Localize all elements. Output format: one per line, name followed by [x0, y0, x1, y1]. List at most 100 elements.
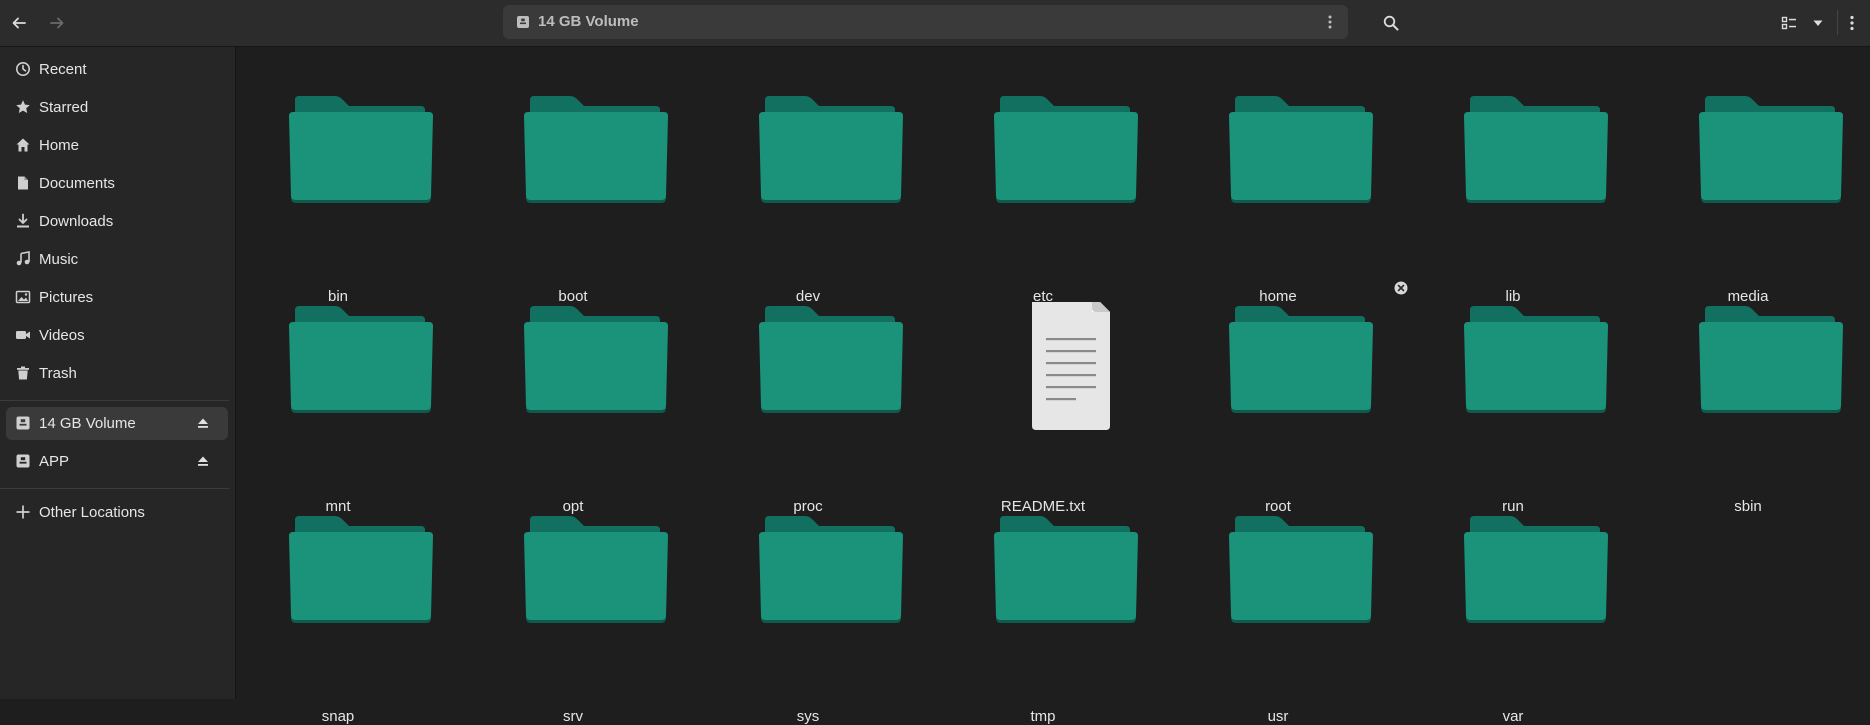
search-button[interactable]	[1376, 8, 1406, 38]
sidebar-item-music[interactable]: Music	[6, 243, 228, 276]
drive-icon	[16, 416, 30, 430]
text-file-icon	[1032, 302, 1110, 430]
folder-icon	[289, 516, 433, 623]
eject-icon[interactable]	[196, 454, 210, 468]
file-name-label: tmp	[1030, 708, 1056, 725]
sidebar-item-pictures[interactable]: Pictures	[6, 281, 228, 314]
arrow-left-icon	[12, 17, 26, 29]
eject-icon[interactable]	[196, 416, 210, 430]
folder-item[interactable]: root	[1190, 302, 1373, 515]
list-view-icon	[1781, 16, 1796, 30]
folder-item[interactable]: sbin	[1660, 302, 1843, 515]
folder-item[interactable]: media	[1660, 92, 1843, 305]
chevron-down-icon	[1813, 20, 1823, 26]
arrow-right-icon	[50, 17, 64, 29]
more-vertical-icon	[1850, 15, 1854, 31]
folder-item[interactable]: opt	[485, 302, 668, 515]
folder-icon	[1464, 96, 1608, 203]
drive-icon	[16, 454, 30, 468]
folder-icon	[1229, 306, 1373, 413]
star-icon	[16, 100, 30, 113]
header-bar: 14 GB Volume	[0, 0, 1870, 47]
image-icon	[15, 290, 31, 304]
folder-icon	[1699, 306, 1843, 413]
sidebar-item-home[interactable]: Home	[6, 129, 228, 162]
sidebar-item-starred[interactable]: Starred	[6, 91, 228, 124]
more-vertical-icon	[1328, 15, 1332, 29]
sidebar-item-label: Starred	[39, 99, 89, 116]
folder-item[interactable]: var	[1425, 512, 1608, 725]
file-name-label: srv	[563, 708, 583, 725]
folder-item[interactable]: lib	[1425, 92, 1608, 305]
file-grid: bin boot dev etc home lib media mnt opt proc READM…	[236, 47, 1870, 725]
file-name-label: usr	[1267, 708, 1289, 725]
sidebar-separator	[0, 400, 229, 401]
sidebar-item-videos[interactable]: Videos	[6, 319, 228, 352]
video-icon	[16, 331, 30, 339]
folder-icon	[289, 306, 433, 413]
path-menu-button[interactable]	[1320, 11, 1340, 33]
folder-item[interactable]: usr	[1190, 512, 1373, 725]
folder-icon	[524, 306, 668, 413]
sidebar-item-label: Downloads	[39, 213, 114, 230]
forward-button[interactable]	[42, 8, 72, 38]
file-name-label: var	[1502, 708, 1524, 725]
folder-icon	[759, 306, 903, 413]
view-toggle-button[interactable]	[1774, 8, 1804, 38]
folder-item[interactable]: boot	[485, 92, 668, 305]
path-label[interactable]: 14 GB Volume	[538, 13, 639, 30]
folder-item[interactable]: proc	[720, 302, 903, 515]
sidebar-item-label: 14 GB Volume	[39, 415, 136, 432]
sidebar-item-label: Trash	[39, 365, 77, 382]
file-name-label: sys	[796, 708, 820, 725]
folder-item[interactable]: dev	[720, 92, 903, 305]
sidebar-item-label: Music	[39, 251, 79, 268]
folder-item[interactable]: mnt	[250, 302, 433, 515]
file-name-label: sbin	[1734, 498, 1762, 515]
plus-icon	[16, 505, 30, 519]
back-button[interactable]	[4, 8, 34, 38]
sidebar-item-downloads[interactable]: Downloads	[6, 205, 228, 238]
folder-icon	[524, 516, 668, 623]
main-menu-button[interactable]	[1837, 8, 1867, 38]
sidebar-item-label: Other Locations	[39, 504, 145, 521]
path-bar[interactable]: 14 GB Volume	[503, 5, 1348, 39]
folder-item[interactable]: tmp	[955, 512, 1138, 725]
folder-icon	[524, 96, 668, 203]
folder-item[interactable]: snap	[250, 512, 433, 725]
sidebar-item-documents[interactable]: Documents	[6, 167, 228, 200]
sidebar-item-14gb-volume[interactable]: 14 GB Volume	[6, 407, 228, 440]
folder-icon	[1229, 516, 1373, 623]
sidebar-item-label: Videos	[39, 327, 85, 344]
folder-item[interactable]: sys	[720, 512, 903, 725]
folder-icon	[994, 96, 1138, 203]
folder-icon	[1464, 516, 1608, 623]
sidebar-item-trash[interactable]: Trash	[6, 357, 228, 390]
folder-item[interactable]: etc	[955, 92, 1138, 305]
search-icon	[1383, 15, 1399, 31]
sidebar-item-label: Home	[39, 137, 80, 154]
home-icon	[16, 138, 30, 152]
document-icon	[18, 176, 28, 190]
folder-icon	[289, 96, 433, 203]
close-icon[interactable]	[1394, 281, 1408, 295]
download-icon	[17, 213, 29, 228]
folder-icon	[1699, 96, 1843, 203]
folder-item[interactable]: srv	[485, 512, 668, 725]
folder-icon	[759, 516, 903, 623]
sidebar: Recent Starred Home Documents Downloads	[0, 47, 236, 699]
file-name-label: snap	[321, 708, 355, 725]
folder-item[interactable]: run	[1425, 302, 1608, 515]
clock-icon	[16, 62, 30, 76]
trash-icon	[17, 366, 29, 380]
file-item[interactable]: README.txt	[955, 302, 1131, 515]
sidebar-item-app[interactable]: APP	[6, 445, 228, 478]
sidebar-item-other-locations[interactable]: Other Locations	[6, 496, 228, 529]
folder-icon	[759, 96, 903, 203]
folder-item[interactable]: bin	[250, 92, 433, 305]
sidebar-item-recent[interactable]: Recent	[6, 53, 228, 86]
folder-item[interactable]: home	[1190, 92, 1373, 305]
music-icon	[16, 251, 30, 266]
view-options-button[interactable]	[1803, 8, 1833, 38]
folder-icon	[994, 516, 1138, 623]
